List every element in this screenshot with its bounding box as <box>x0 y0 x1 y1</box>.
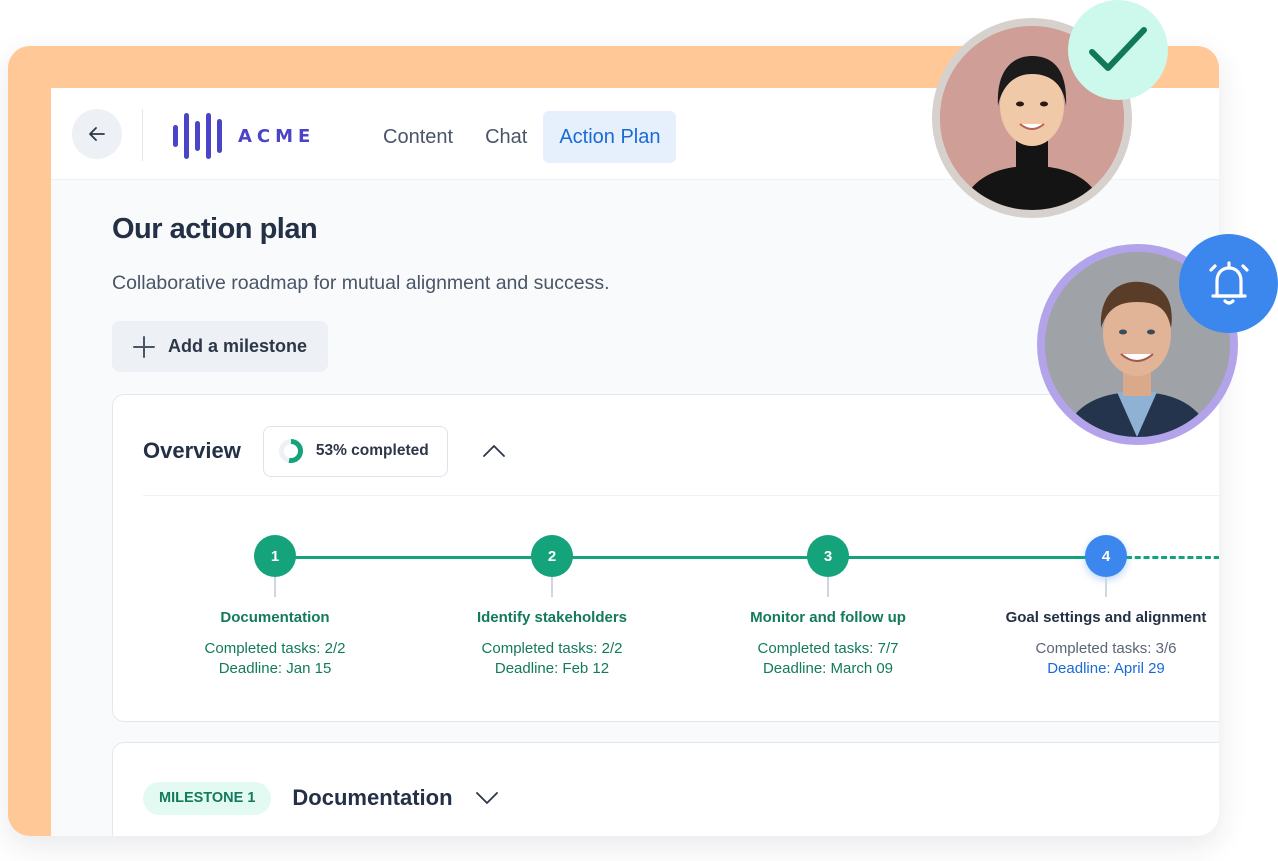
milestone-title: Documentation <box>292 785 453 810</box>
step-number-node[interactable]: 1 <box>254 535 296 577</box>
overview-card: Overview 53% completed 1 Documentation C… <box>112 394 1219 722</box>
arrow-left-icon <box>89 127 105 141</box>
step-connector <box>827 577 829 597</box>
tab-chat[interactable]: Chat <box>469 111 543 163</box>
step-number-node[interactable]: 3 <box>807 535 849 577</box>
step-tasks: Completed tasks: 2/2 <box>204 640 346 657</box>
alarm-bell-icon <box>1208 260 1249 305</box>
chevron-down-icon <box>475 792 498 804</box>
overview-header: Overview 53% completed <box>143 425 506 477</box>
step-connector <box>1105 577 1107 597</box>
step-tasks: Completed tasks: 3/6 <box>1035 640 1177 657</box>
logo-text: ACME <box>238 125 316 147</box>
step-tasks: Completed tasks: 2/2 <box>481 640 623 657</box>
milestone-header[interactable]: MILESTONE 1 Documentation <box>143 781 499 815</box>
completed-badge <box>1068 0 1168 100</box>
tab-bar: Content Chat Action Plan <box>367 111 677 163</box>
plus-icon <box>133 335 155 358</box>
notification-badge <box>1179 234 1278 333</box>
add-milestone-label: Add a milestone <box>168 336 308 356</box>
collapse-overview-button[interactable] <box>482 439 506 463</box>
step-deadline: Deadline: Jan 15 <box>218 660 332 677</box>
step-deadline: Deadline: March 09 <box>762 660 894 677</box>
milestone-card: MILESTONE 1 Documentation <box>112 742 1219 836</box>
step-name: Documentation <box>220 609 330 626</box>
timeline-step[interactable]: 3 Monitor and follow up Completed tasks:… <box>698 535 958 679</box>
step-name: Goal settings and alignment <box>1005 609 1207 626</box>
step-deadline: Deadline: Feb 12 <box>494 660 610 677</box>
tab-action-plan[interactable]: Action Plan <box>543 111 677 163</box>
progress-ring-icon <box>278 439 303 463</box>
step-number-node[interactable]: 2 <box>531 535 573 577</box>
step-tasks: Completed tasks: 7/7 <box>757 640 899 657</box>
divider <box>142 109 143 161</box>
step-deadline: Deadline: April 29 <box>1047 660 1165 677</box>
page-subtitle: Collaborative roadmap for mutual alignme… <box>112 272 610 294</box>
step-name: Monitor and follow up <box>750 609 906 626</box>
chevron-up-icon <box>482 445 505 457</box>
timeline-step[interactable]: 4 Goal settings and alignment Completed … <box>976 535 1219 679</box>
milestone-badge: MILESTONE 1 <box>143 781 272 815</box>
tab-content[interactable]: Content <box>367 111 469 163</box>
overview-title: Overview <box>143 438 241 463</box>
checkmark-icon <box>1089 27 1147 71</box>
step-name: Identify stakeholders <box>476 609 628 626</box>
page-title: Our action plan <box>112 213 318 245</box>
progress-badge: 53% completed <box>262 425 448 477</box>
expand-milestone-button[interactable] <box>475 786 499 810</box>
milestone-timeline: 1 Documentation Completed tasks: 2/2 Dea… <box>113 495 1219 723</box>
logo-waveform-icon <box>173 113 222 159</box>
timeline-step[interactable]: 2 Identify stakeholders Completed tasks:… <box>422 535 682 679</box>
timeline-step[interactable]: 1 Documentation Completed tasks: 2/2 Dea… <box>145 535 405 679</box>
step-connector <box>551 577 553 597</box>
progress-label: 53% completed <box>315 442 429 459</box>
back-button[interactable] <box>72 109 122 159</box>
step-connector <box>274 577 276 597</box>
acme-logo[interactable]: ACME <box>173 113 315 159</box>
add-milestone-button[interactable]: Add a milestone <box>112 321 328 372</box>
step-number-node[interactable]: 4 <box>1085 535 1127 577</box>
